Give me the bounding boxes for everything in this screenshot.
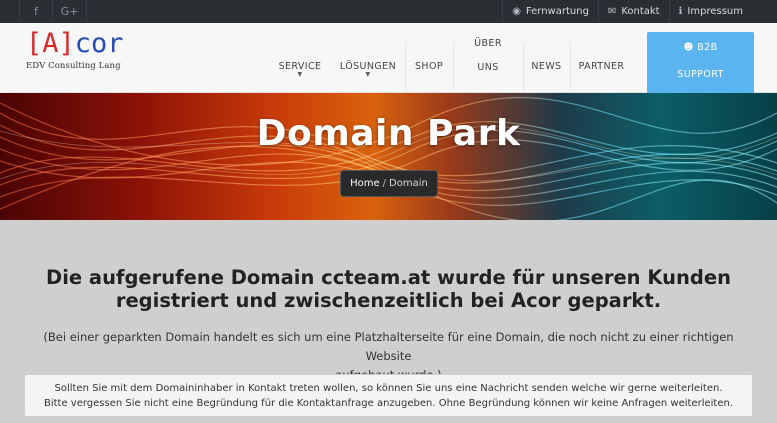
breadcrumb-current: Domain	[389, 178, 428, 189]
kontakt-label: Kontakt	[621, 6, 660, 17]
note-line-1: (Bei einer geparkten Domain handelt es s…	[43, 330, 734, 363]
breadcrumb-home-link[interactable]: Home	[350, 178, 380, 189]
b2b-support-button[interactable]: ☻ B2B SUPPORT	[647, 32, 754, 93]
b2b-support-label: SUPPORT	[677, 69, 724, 80]
fernwartung-label: Fernwartung	[525, 6, 589, 17]
envelope-icon: ✉	[607, 6, 617, 17]
nav-item-service[interactable]: SERVICE ▼	[270, 43, 330, 91]
nav-news-label: NEWS	[531, 61, 562, 72]
b2b-label-row: ☻ B2B	[683, 42, 718, 53]
globe-icon: ◉	[512, 6, 521, 17]
kontakt-link[interactable]: ✉ Kontakt	[597, 0, 669, 23]
nav-item-ueber-uns[interactable]: ÜBER UNS	[453, 38, 522, 91]
nav-uns-label: UNS	[477, 62, 499, 73]
logo-subtitle: EDV Consulting Lang	[26, 61, 121, 71]
site-logo[interactable]: [A]cor EDV Consulting Lang	[26, 28, 124, 72]
breadcrumb-separator: /	[382, 178, 387, 189]
nav-ueber-label: ÜBER	[474, 38, 502, 49]
top-bar: f G+ ◉ Fernwartung ✉ Kontakt ℹ Impressum	[0, 0, 777, 23]
top-links: ◉ Fernwartung ✉ Kontakt ℹ Impressum	[502, 0, 777, 23]
headline-line-2: registriert und zwischenzeitlich bei Aco…	[115, 289, 662, 312]
nav-item-news[interactable]: NEWS	[523, 43, 569, 91]
facebook-icon[interactable]: f	[19, 0, 53, 23]
contact-info-box: Sollten Sie mit dem Domaininhaber in Kon…	[24, 374, 753, 417]
caret-down-icon: ▼	[297, 71, 303, 78]
google-plus-icon[interactable]: G+	[53, 0, 87, 23]
breadcrumb: Home / Domain	[340, 170, 438, 197]
info-line-2: Bitte vergessen Sie nicht eine Begründun…	[43, 398, 734, 409]
impressum-link[interactable]: ℹ Impressum	[668, 0, 777, 23]
main-headline: Die aufgerufene Domain ccteam.at wurde f…	[0, 266, 777, 312]
caret-down-icon: ▼	[365, 71, 371, 78]
impressum-label: Impressum	[687, 6, 743, 17]
info-line-1: Sollten Sie mit dem Domaininhaber in Kon…	[54, 383, 723, 394]
headline-line-1: Die aufgerufene Domain ccteam.at wurde f…	[46, 266, 731, 289]
nav-shop-label: SHOP	[415, 61, 443, 72]
page-title: Domain Park	[256, 113, 521, 154]
nav-item-loesungen[interactable]: LÖSUNGEN ▼	[332, 43, 404, 91]
user-icon: ☻	[683, 42, 694, 53]
nav-item-shop[interactable]: SHOP	[405, 43, 452, 91]
nav-partner-label: PARTNER	[578, 61, 625, 72]
fernwartung-link[interactable]: ◉ Fernwartung	[502, 0, 598, 23]
nav-item-partner[interactable]: PARTNER	[570, 43, 632, 91]
info-icon: ℹ	[678, 6, 683, 17]
logo-wordmark: [A]cor	[26, 28, 124, 59]
